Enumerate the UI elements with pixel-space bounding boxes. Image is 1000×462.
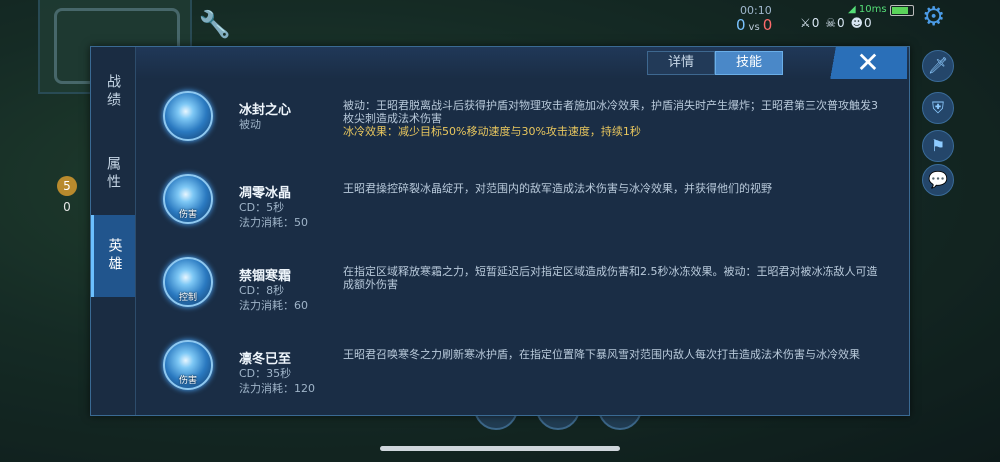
- attack-icon[interactable]: 🗡: [922, 50, 954, 82]
- skill-tag: 伤害: [178, 210, 197, 220]
- skill-row-3: 伤害 凛冬已至 CD：35秒 法力消耗：120 王昭君召唤寒冬之力刷新寒冰护盾，…: [151, 332, 891, 415]
- skill-meta: CD：5秒 法力消耗：50: [239, 200, 308, 230]
- assists-value: 0: [863, 16, 873, 30]
- skill-name: 凋零冰晶: [239, 186, 292, 201]
- side-item-attributes[interactable]: 属性: [91, 133, 135, 215]
- skill-cooldown: CD：35秒: [239, 367, 292, 380]
- network-latency: ◢ 10ms: [848, 4, 887, 15]
- skill-description: 王昭君召唤寒冬之力刷新寒冰护盾，在指定位置降下暴风雪对范围内敌人每次打击造成法术…: [343, 348, 860, 361]
- skill-mana-cost: 法力消耗：120: [239, 382, 315, 395]
- skill-meta: CD：8秒 法力消耗：60: [239, 283, 308, 313]
- skill-mana-cost: 法力消耗：50: [239, 216, 308, 229]
- assist-icon: ☻: [850, 16, 864, 30]
- score-vs: vs: [748, 22, 760, 33]
- skull-icon: ☠: [825, 16, 837, 30]
- skill-tag: 控制: [178, 293, 197, 303]
- side-item-hero[interactable]: 英雄: [91, 215, 135, 297]
- skill-icon-passive[interactable]: [163, 91, 213, 141]
- sword-icon: ⚔: [800, 16, 812, 30]
- gold-bag-icon: 5: [57, 176, 77, 196]
- skill-icon-1[interactable]: 伤害: [163, 174, 213, 224]
- skill-icon-2[interactable]: 控制: [163, 257, 213, 307]
- skill-name: 禁锢寒霜: [239, 269, 292, 284]
- chat-icon[interactable]: 💬: [922, 164, 954, 196]
- home-indicator-bar: [380, 446, 620, 451]
- skill-cooldown: CD：5秒: [239, 201, 285, 214]
- side-nav: 战绩 属性 英雄: [91, 47, 136, 415]
- skill-desc-text: 被动：王昭君脱离战斗后获得护盾对物理攻击者施加冰冷效果，护盾消失时产生爆炸；王昭…: [343, 99, 878, 125]
- hero-info-panel: 详情 技能 ✕ 战绩 属性 英雄 冰封之心 被动 被动：王昭君脱离战斗后获得护盾…: [90, 46, 910, 416]
- skill-name: 凛冬已至: [239, 352, 292, 367]
- gear-icon[interactable]: ⚙: [922, 2, 945, 32]
- latency-value: 10ms: [858, 4, 887, 15]
- gold-amount: 0: [63, 200, 71, 214]
- skill-name: 冰封之心: [239, 103, 292, 118]
- skill-meta: CD：35秒 法力消耗：120: [239, 366, 315, 396]
- panel-header: [91, 47, 909, 79]
- skill-description: 王昭君操控碎裂冰晶绽开，对范围内的敌军造成法术伤害与冰冷效果，并获得他们的视野: [343, 182, 772, 195]
- skill-row-2: 控制 禁锢寒霜 CD：8秒 法力消耗：60 在指定区域释放寒霜之力，短暂延迟后对…: [151, 249, 891, 332]
- side-item-record[interactable]: 战绩: [91, 51, 135, 133]
- skill-description: 被动：王昭君脱离战斗后获得护盾对物理攻击者施加冰冷效果，护盾消失时产生爆炸；王昭…: [343, 99, 883, 138]
- kills-value: 0: [811, 16, 821, 30]
- shield-icon[interactable]: ⛨: [922, 92, 954, 124]
- skill-type: 被动: [239, 118, 261, 131]
- score-red: 0: [762, 16, 773, 34]
- close-button[interactable]: ✕: [819, 47, 907, 79]
- tab-skills[interactable]: 技能: [715, 51, 783, 75]
- wifi-icon: ◢: [848, 4, 856, 15]
- skill-tag: 伤害: [178, 376, 197, 386]
- skill-icon-3[interactable]: 伤害: [163, 340, 213, 390]
- kda-display: ⚔0 ☠0 ☻0: [800, 16, 873, 30]
- skill-list: 冰封之心 被动 被动：王昭君脱离战斗后获得护盾对物理攻击者施加冰冷效果，护盾消失…: [151, 83, 891, 415]
- skill-row-1: 伤害 凋零冰晶 CD：5秒 法力消耗：50 王昭君操控碎裂冰晶绽开，对范围内的敌…: [151, 166, 891, 249]
- tab-details[interactable]: 详情: [647, 51, 715, 75]
- skill-mana-cost: 法力消耗：60: [239, 299, 308, 312]
- wrench-icon[interactable]: 🔧: [198, 8, 232, 42]
- close-icon: ✕: [856, 46, 880, 79]
- skill-desc-highlight: 冰冷效果：减少目标50%移动速度与30%攻击速度，持续1秒: [343, 125, 641, 138]
- skill-description: 在指定区域释放寒霜之力，短暂延迟后对指定区域造成伤害和2.5秒冰冻效果。被动：王…: [343, 265, 878, 291]
- skill-cooldown: CD：8秒: [239, 284, 285, 297]
- skill-row-passive: 冰封之心 被动 被动：王昭君脱离战斗后获得护盾对物理攻击者施加冰冷效果，护盾消失…: [151, 83, 891, 166]
- panel-tabs: 详情 技能: [647, 51, 783, 75]
- battery-icon: [890, 5, 914, 16]
- deaths-value: 0: [837, 16, 846, 30]
- flag-icon[interactable]: ⚑: [922, 130, 954, 162]
- gold-indicator[interactable]: 5 0: [55, 176, 79, 214]
- team-score: 0 vs 0: [736, 16, 772, 34]
- score-blue: 0: [736, 16, 746, 34]
